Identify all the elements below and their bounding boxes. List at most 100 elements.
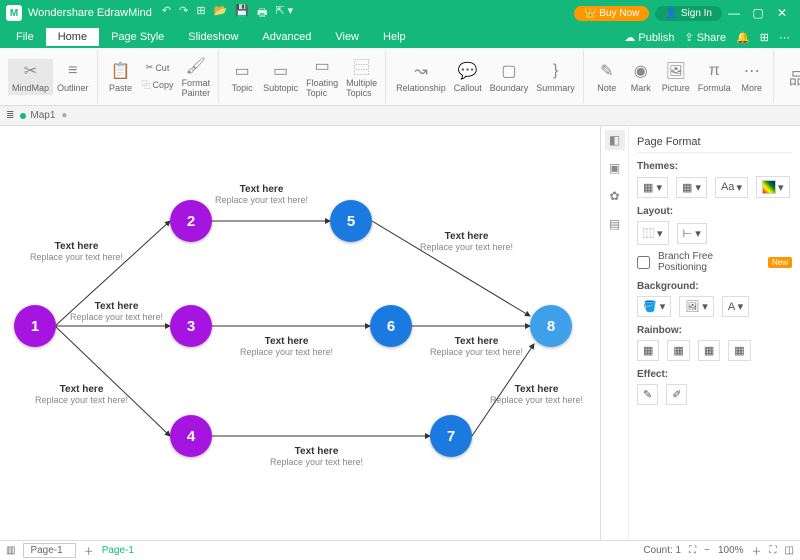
- notify-icon[interactable]: 🔔: [736, 31, 750, 44]
- node-6[interactable]: 6: [370, 305, 412, 347]
- effect-option[interactable]: ✐: [666, 384, 687, 405]
- relationship-button[interactable]: ↝Relationship: [392, 59, 450, 95]
- print-icon[interactable]: 🖶: [257, 4, 267, 23]
- format-painter-button[interactable]: 🖌Format Painter: [178, 54, 215, 100]
- bg-image-button[interactable]: 🖼 ▾: [679, 296, 714, 317]
- edge-label: Text hereReplace your text here!: [420, 231, 513, 252]
- topic-button[interactable]: ▭Topic: [225, 59, 259, 95]
- multiple-topics-button[interactable]: ⿳Multiple Topics: [342, 54, 381, 100]
- fit-icon[interactable]: ⛶: [689, 545, 696, 556]
- view-mode-icon[interactable]: ◫: [785, 545, 794, 556]
- node-7[interactable]: 7: [430, 415, 472, 457]
- page-select[interactable]: Page-1: [23, 543, 75, 558]
- close-icon[interactable]: ✕: [770, 6, 794, 20]
- rainbow-label: Rainbow:: [637, 325, 792, 336]
- rainbow-option[interactable]: ▦: [667, 340, 689, 361]
- zoom-in-button[interactable]: ＋: [752, 543, 762, 558]
- zoom-out-button[interactable]: −: [704, 545, 710, 556]
- new-badge: New: [768, 257, 792, 268]
- branch-free-label: Branch Free Positioning: [658, 251, 760, 273]
- sign-in-button[interactable]: 👤 Sign In: [655, 6, 722, 21]
- fullscreen-icon[interactable]: ⛶: [770, 545, 777, 556]
- menu-home[interactable]: Home: [46, 28, 99, 46]
- edge-label: Text hereReplace your text here!: [30, 241, 123, 262]
- share-button[interactable]: ⇪ Share: [684, 31, 726, 44]
- font-button[interactable]: Aa ▾: [715, 177, 748, 198]
- buy-now-button[interactable]: 👑 Buy Now: [574, 6, 649, 21]
- menu-page-style[interactable]: Page Style: [99, 28, 176, 46]
- background-label: Background:: [637, 281, 792, 292]
- boundary-button[interactable]: ▢Boundary: [486, 59, 533, 95]
- pages-icon[interactable]: ▥: [6, 545, 15, 556]
- subtopic-button[interactable]: ▭Subtopic: [259, 59, 302, 95]
- rainbow-option[interactable]: ▦: [637, 340, 659, 361]
- floating-topic-button[interactable]: ▭Floating Topic: [302, 54, 342, 100]
- color-theme-button[interactable]: ▾: [756, 176, 790, 198]
- undo-icon[interactable]: ↶: [162, 4, 171, 23]
- side-tab-outline-icon[interactable]: ▤: [605, 214, 625, 234]
- maximize-icon[interactable]: ▢: [746, 6, 770, 20]
- app-title: Wondershare EdrawMind: [28, 7, 152, 19]
- grid-icon[interactable]: ⊞: [760, 31, 769, 44]
- layout-option-button[interactable]: ⿲ ▾: [637, 221, 669, 245]
- ribbon-toolbar: ✂MindMap ≡Outliner 📋Paste ✂ Cut ⿻ Copy 🖌…: [0, 48, 800, 106]
- mark-button[interactable]: ◉Mark: [624, 59, 658, 95]
- layout-label: Layout:: [637, 206, 792, 217]
- new-icon[interactable]: ⊞: [196, 4, 205, 23]
- edge-label: Text hereReplace your text here!: [240, 336, 333, 357]
- publish-button[interactable]: ☁ Publish: [624, 31, 674, 44]
- layout-option-button[interactable]: ⊢ ▾: [677, 223, 707, 244]
- menu-view[interactable]: View: [323, 28, 371, 46]
- themes-label: Themes:: [637, 161, 792, 172]
- help-icon[interactable]: ⋯: [779, 31, 790, 44]
- menu-help[interactable]: Help: [371, 28, 418, 46]
- theme-preset-button[interactable]: ▦ ▾: [637, 177, 668, 198]
- node-5[interactable]: 5: [330, 200, 372, 242]
- zoom-level: 100%: [718, 545, 744, 556]
- watermark-button[interactable]: A ▾: [722, 296, 749, 317]
- outliner-button[interactable]: ≡Outliner: [53, 59, 93, 95]
- layout-ribbon-button[interactable]: 品: [780, 65, 800, 89]
- more-button[interactable]: ⋯More: [735, 59, 769, 95]
- side-tab-format-icon[interactable]: ◧: [605, 130, 625, 150]
- summary-button[interactable]: }Summary: [532, 59, 579, 95]
- edge-label: Text hereReplace your text here!: [70, 301, 163, 322]
- side-tab-clipart-icon[interactable]: ✿: [605, 186, 625, 206]
- add-page-button[interactable]: ＋: [84, 543, 94, 558]
- node-2[interactable]: 2: [170, 200, 212, 242]
- minimize-icon[interactable]: —: [722, 6, 746, 20]
- note-button[interactable]: ✎Note: [590, 59, 624, 95]
- mindmap-button[interactable]: ✂MindMap: [8, 59, 53, 95]
- side-tab-theme-icon[interactable]: ▣: [605, 158, 625, 178]
- menu-file[interactable]: File: [4, 28, 46, 46]
- copy-button[interactable]: ⿻ Copy: [138, 76, 178, 93]
- node-8[interactable]: 8: [530, 305, 572, 347]
- node-4[interactable]: 4: [170, 415, 212, 457]
- callout-button[interactable]: 💬Callout: [450, 59, 486, 95]
- picture-button[interactable]: 🖼Picture: [658, 59, 694, 95]
- effect-option[interactable]: ✎: [637, 384, 658, 405]
- branch-free-checkbox[interactable]: [637, 256, 650, 269]
- save-icon[interactable]: 💾: [235, 4, 249, 23]
- node-1[interactable]: 1: [14, 305, 56, 347]
- redo-icon[interactable]: ↷: [179, 4, 188, 23]
- node-3[interactable]: 3: [170, 305, 212, 347]
- menu-slideshow[interactable]: Slideshow: [176, 28, 250, 46]
- paste-button[interactable]: 📋Paste: [104, 59, 138, 95]
- edge-label: Text hereReplace your text here!: [215, 184, 308, 205]
- open-icon[interactable]: 📂: [214, 4, 228, 23]
- rainbow-option[interactable]: ▦: [728, 340, 750, 361]
- formula-button[interactable]: πFormula: [694, 59, 735, 95]
- menu-advanced[interactable]: Advanced: [250, 28, 323, 46]
- rainbow-option[interactable]: ▦: [698, 340, 720, 361]
- app-logo-icon: M: [6, 5, 22, 21]
- side-panel-title: Page Format: [637, 132, 792, 153]
- theme-preset-button[interactable]: ▦ ▾: [676, 177, 707, 198]
- tabs-icon[interactable]: ≣: [6, 110, 14, 121]
- cut-button[interactable]: ✂ Cut: [138, 60, 178, 75]
- export-icon[interactable]: ⇱ ▾: [275, 4, 293, 23]
- count-label: Count: 1: [643, 545, 681, 556]
- bg-color-button[interactable]: 🪣 ▾: [637, 296, 671, 317]
- canvas[interactable]: 1 2 3 4 5 6 7 8 Text hereReplace your te…: [0, 126, 600, 540]
- document-tab[interactable]: Map1: [20, 110, 55, 121]
